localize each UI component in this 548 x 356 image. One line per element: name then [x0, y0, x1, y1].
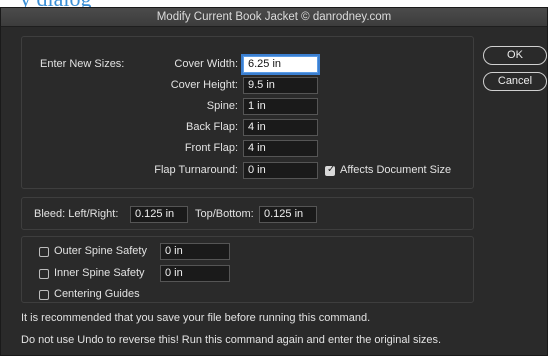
spine-input[interactable]: 1 in [243, 98, 318, 115]
outer-spine-safety-input[interactable]: 0 in [160, 243, 230, 260]
cover-height-input[interactable]: 9.5 in [243, 77, 318, 94]
cancel-button[interactable]: Cancel [483, 72, 547, 91]
centering-guides-label: Centering Guides [54, 288, 140, 300]
cover-width-label: Cover Width: [174, 58, 238, 70]
bleed-left-right-label: Bleed: Left/Right: [34, 208, 119, 220]
bleed-panel: Bleed: Left/Right: 0.125 in Top/Bottom: … [21, 197, 474, 230]
front-flap-input[interactable]: 4 in [243, 140, 318, 157]
front-flap-label: Front Flap: [184, 142, 238, 154]
flap-turnaround-label: Flap Turnaround: [154, 164, 238, 176]
spine-label: Spine: [206, 100, 238, 112]
bleed-left-right-input[interactable]: 0.125 in [130, 206, 188, 223]
save-recommendation-note: It is recommended that you save your fil… [21, 312, 371, 324]
affects-document-size-label: Affects Document Size [340, 164, 452, 176]
outer-spine-safety-checkbox[interactable] [39, 247, 49, 257]
modify-book-jacket-dialog: Modify Current Book Jacket © danrodney.c… [0, 7, 548, 356]
bleed-top-bottom-input[interactable]: 0.125 in [259, 206, 317, 223]
flap-turnaround-input[interactable]: 0 in [243, 162, 318, 179]
enter-new-sizes-heading: Enter New Sizes: [40, 58, 125, 70]
inner-spine-safety-label: Inner Spine Safety [54, 267, 145, 279]
inner-spine-safety-input[interactable]: 0 in [160, 265, 230, 282]
cover-height-label: Cover Height: [170, 79, 238, 91]
affects-document-size-checkbox[interactable] [325, 164, 335, 176]
back-flap-label: Back Flap: [186, 121, 238, 133]
safety-panel: Outer Spine Safety 0 in Inner Spine Safe… [21, 236, 474, 303]
outer-spine-safety-label: Outer Spine Safety [54, 245, 147, 257]
centering-guides-checkbox[interactable] [39, 290, 49, 300]
bleed-top-bottom-label: Top/Bottom: [195, 208, 254, 220]
back-flap-input[interactable]: 4 in [243, 119, 318, 136]
sizes-panel: Enter New Sizes: Cover Width: 6.25 in Co… [21, 36, 474, 189]
undo-warning-note: Do not use Undo to reverse this! Run thi… [21, 334, 442, 346]
inner-spine-safety-checkbox[interactable] [39, 269, 49, 279]
dialog-title: Modify Current Book Jacket © danrodney.c… [1, 8, 547, 27]
ok-button[interactable]: OK [483, 46, 547, 65]
cover-width-input[interactable]: 6.25 in [243, 56, 318, 73]
